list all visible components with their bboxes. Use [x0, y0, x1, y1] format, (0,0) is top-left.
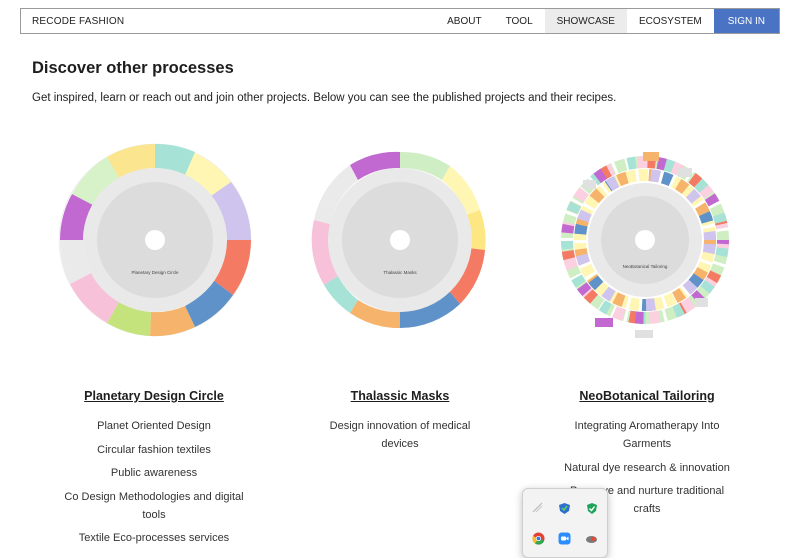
- list-item: Natural dye research & innovation: [564, 461, 730, 474]
- project-title-planetary-design-circle[interactable]: Planetary Design Circle: [34, 389, 274, 403]
- wheel-graphic: NeoBotanical Tailoring: [561, 152, 729, 338]
- wheel-graphic: Planetary Design Circle: [58, 143, 252, 337]
- project-title-neobotanical-tailoring[interactable]: NeoBotanical Tailoring: [527, 389, 767, 403]
- list-item: Circular fashion textiles: [97, 443, 211, 456]
- security-shield-icon[interactable]: [578, 493, 605, 523]
- wheel-center-label: Planetary Design Circle: [131, 270, 179, 275]
- wheel-tile: [635, 330, 653, 338]
- list-item: Co Design Methodologies and digital tool…: [64, 490, 244, 521]
- list-item: Integrating Aromatherapy Into Garments: [574, 420, 720, 450]
- project-title-thalassic-masks[interactable]: Thalassic Masks: [280, 389, 520, 403]
- list-item: Design innovation of medical devices: [329, 420, 471, 450]
- wheel-tile: [643, 152, 659, 161]
- nav-link-showcase[interactable]: SHOWCASE: [544, 9, 627, 33]
- nav-link-ecosystem[interactable]: ECOSYSTEM: [627, 9, 714, 33]
- wheel-center-label: NeoBotanical Tailoring: [623, 264, 668, 269]
- list-item: Planet Oriented Design: [97, 420, 211, 432]
- zoom-icon[interactable]: [552, 523, 579, 553]
- wheel-tile: [595, 318, 613, 327]
- vpn-shield-icon[interactable]: [552, 493, 579, 523]
- wheel-center-label: Thalassic Masks: [383, 270, 417, 275]
- recipes-list-planetary-design-circle: Planet Oriented Design Circular fashion …: [34, 417, 274, 553]
- page-intro: Get inspired, learn or reach out and joi…: [32, 92, 617, 104]
- network-icon[interactable]: [525, 493, 552, 523]
- project-wheel-planetary-design-circle[interactable]: Planetary Design Circle: [55, 140, 255, 340]
- wheel-tile: [695, 298, 708, 307]
- cloud-icon[interactable]: [578, 523, 605, 553]
- list-item: Public awareness: [110, 467, 198, 479]
- brand-logo-text[interactable]: RECODE FASHION: [21, 9, 435, 33]
- chrome-icon[interactable]: [525, 523, 552, 553]
- wheel-graphic: Thalassic Masks: [311, 151, 486, 329]
- wheel-tile: [678, 168, 692, 177]
- nav-link-tool[interactable]: TOOL: [494, 9, 545, 33]
- project-wheel-thalassic-masks[interactable]: Thalassic Masks: [300, 140, 500, 340]
- nav-links: ABOUT TOOL SHOWCASE ECOSYSTEM SIGN IN: [435, 9, 779, 33]
- wheel-center: [145, 230, 165, 250]
- system-tray-popup: [522, 488, 608, 558]
- list-item: Textile Eco-processes services: [78, 532, 230, 544]
- project-wheel-neobotanical-tailoring[interactable]: NeoBotanical Tailoring: [545, 140, 745, 340]
- page-title: Discover other processes: [32, 59, 234, 77]
- recipes-list-thalassic-masks: Design innovation of medical devices: [280, 417, 520, 459]
- sign-in-button[interactable]: SIGN IN: [713, 9, 779, 33]
- wheel-center: [390, 230, 410, 250]
- wheel-center: [635, 230, 655, 250]
- wheel-tile: [583, 180, 596, 189]
- nav-link-about[interactable]: ABOUT: [435, 9, 493, 33]
- top-navigation: RECODE FASHION ABOUT TOOL SHOWCASE ECOSY…: [20, 8, 780, 34]
